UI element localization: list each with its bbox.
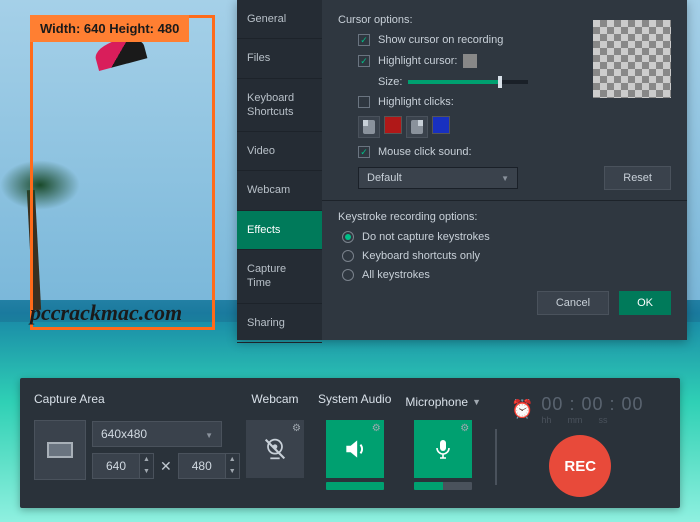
chevron-up-icon[interactable]: ▲	[139, 454, 153, 466]
resolution-preset-select[interactable]: 640x480	[92, 421, 222, 447]
tab-webcam[interactable]: Webcam	[237, 171, 322, 210]
size-label: Size:	[378, 76, 402, 88]
click-sound-label: Mouse click sound:	[378, 146, 472, 158]
right-click-icon	[406, 116, 428, 138]
settings-tabs: General Files Keyboard Shortcuts Video W…	[237, 0, 322, 340]
system-audio-level	[326, 482, 384, 490]
width-stepper[interactable]: 640▲▼	[92, 453, 154, 479]
show-cursor-checkbox[interactable]	[358, 34, 370, 46]
capture-size-badge: Width: 640 Height: 480	[30, 15, 189, 42]
click-sound-checkbox[interactable]	[358, 146, 370, 158]
click-sound-select[interactable]: Default	[358, 167, 518, 189]
chevron-down-icon	[501, 172, 509, 184]
highlight-clicks-label: Highlight clicks:	[378, 96, 454, 108]
chevron-down-icon[interactable]: ▼	[472, 397, 481, 407]
tab-files[interactable]: Files	[237, 39, 322, 78]
system-audio-toggle[interactable]: ⚙	[326, 420, 384, 478]
microphone-icon	[431, 437, 455, 461]
system-audio-label: System Audio	[318, 392, 391, 412]
keystroke-section-title: Keystroke recording options:	[338, 211, 671, 223]
radio-no-keystrokes[interactable]	[342, 231, 354, 243]
left-click-color[interactable]	[384, 116, 402, 134]
left-click-icon	[358, 116, 380, 138]
timer-ss: 00	[622, 394, 644, 415]
webcam-label: Webcam	[251, 392, 298, 412]
toolbar-divider	[495, 429, 497, 485]
ok-button[interactable]: OK	[619, 291, 671, 315]
radio-shortcuts-only[interactable]	[342, 250, 354, 262]
microphone-level	[414, 482, 472, 490]
highlight-color-swatch[interactable]	[463, 54, 477, 68]
record-button[interactable]: REC	[549, 435, 611, 497]
cancel-button[interactable]: Cancel	[537, 291, 609, 315]
click-sound-value: Default	[367, 172, 402, 184]
highlight-cursor-label: Highlight cursor:	[378, 55, 457, 67]
height-stepper[interactable]: 480▲▼	[178, 453, 240, 479]
tab-keyboard-shortcuts[interactable]: Keyboard Shortcuts	[237, 79, 322, 133]
reset-button[interactable]: Reset	[604, 166, 671, 190]
capture-toolbar: Capture Area 640x480 640▲▼ ✕ 480▲▼ We	[20, 378, 680, 508]
chevron-up-icon[interactable]: ▲	[225, 454, 239, 466]
chevron-down-icon[interactable]: ▼	[225, 466, 239, 478]
right-click-color[interactable]	[432, 116, 450, 134]
tab-sharing[interactable]: Sharing	[237, 304, 322, 343]
radio-all-keystrokes-label: All keystrokes	[362, 269, 430, 281]
microphone-toggle[interactable]: ⚙	[414, 420, 472, 478]
capture-area-button[interactable]	[34, 420, 86, 480]
chevron-down-icon	[205, 427, 213, 441]
chevron-down-icon[interactable]: ▼	[139, 466, 153, 478]
show-cursor-label: Show cursor on recording	[378, 34, 503, 46]
capture-region-frame[interactable]	[30, 15, 215, 330]
tab-capture-time[interactable]: Capture Time	[237, 250, 322, 304]
tab-video[interactable]: Video	[237, 132, 322, 171]
microphone-label: Microphone	[405, 395, 468, 409]
timer-hh: 00	[541, 394, 563, 415]
highlight-clicks-checkbox[interactable]	[358, 96, 370, 108]
tab-effects[interactable]: Effects	[237, 211, 322, 250]
speaker-icon	[342, 436, 368, 462]
watermark-text: pccrackmac.com	[30, 300, 182, 326]
gear-icon[interactable]: ⚙	[460, 423, 469, 434]
resolution-preset-value: 640x480	[101, 427, 147, 441]
radio-no-keystrokes-label: Do not capture keystrokes	[362, 231, 490, 243]
timer-mm: 00	[581, 394, 603, 415]
gear-icon[interactable]: ⚙	[372, 423, 381, 434]
effects-pane: Cursor options: Show cursor on recording…	[322, 0, 687, 340]
tab-general[interactable]: General	[237, 0, 322, 39]
gear-icon[interactable]: ⚙	[292, 423, 301, 434]
webcam-off-icon	[261, 435, 289, 463]
width-value: 640	[93, 459, 139, 473]
times-icon: ✕	[160, 458, 172, 475]
capture-area-label: Capture Area	[34, 392, 105, 412]
cursor-size-slider[interactable]	[408, 80, 528, 84]
webcam-toggle[interactable]: ⚙	[246, 420, 304, 478]
cursor-preview	[593, 20, 671, 98]
radio-shortcuts-only-label: Keyboard shortcuts only	[362, 250, 480, 262]
highlight-cursor-checkbox[interactable]	[358, 55, 370, 67]
recording-timer: 00: 00: 00 hh mm ss	[541, 394, 643, 425]
alarm-icon[interactable]: ⏰	[511, 399, 533, 420]
radio-all-keystrokes[interactable]	[342, 269, 354, 281]
height-value: 480	[179, 459, 225, 473]
settings-dialog: General Files Keyboard Shortcuts Video W…	[237, 0, 687, 340]
